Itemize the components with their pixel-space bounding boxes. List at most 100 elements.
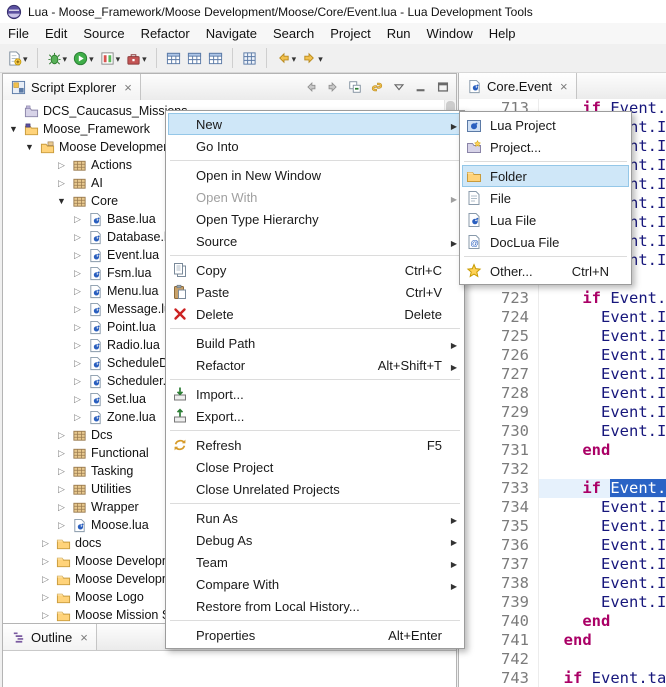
run-button[interactable] bbox=[70, 44, 97, 72]
expand-arrow[interactable]: ▷ bbox=[55, 466, 68, 477]
coverage-button[interactable] bbox=[97, 44, 124, 72]
expand-arrow[interactable]: ▷ bbox=[55, 160, 68, 171]
tab-outline[interactable]: Outline bbox=[3, 624, 97, 650]
view-menu-button[interactable] bbox=[392, 80, 406, 94]
code-text[interactable]: Event.IniCargo = CARGO:FindByName( Event… bbox=[539, 555, 666, 574]
expand-arrow[interactable]: ▷ bbox=[71, 214, 84, 225]
external-tools-button[interactable] bbox=[123, 44, 150, 72]
expand-arrow[interactable]: ▷ bbox=[55, 430, 68, 441]
code-text[interactable]: Event.IniCargoName = Event.IniCargo:GetN… bbox=[539, 574, 666, 593]
menu-item-export[interactable]: Export... bbox=[168, 405, 462, 427]
forward-nav-button[interactable] bbox=[326, 80, 340, 94]
expand-arrow[interactable]: ▼ bbox=[23, 142, 36, 152]
menu-item-properties[interactable]: PropertiesAlt+Enter bbox=[168, 624, 462, 646]
menubar-item-edit[interactable]: Edit bbox=[37, 23, 75, 44]
code-text[interactable]: Event.IniGroup = GROUP:FindByName( Event… bbox=[539, 422, 666, 441]
code-text[interactable]: Event.IniDCSGroup = Event.IniDCSUnit:get… bbox=[539, 384, 666, 403]
menubar-item-project[interactable]: Project bbox=[322, 23, 378, 44]
menu-item-source[interactable]: Source bbox=[168, 230, 462, 252]
expand-arrow[interactable]: ▷ bbox=[71, 412, 84, 423]
table-view-button-2[interactable] bbox=[184, 44, 205, 72]
expand-arrow[interactable]: ▷ bbox=[39, 538, 52, 549]
back-nav-button[interactable] bbox=[304, 80, 318, 94]
code-text[interactable]: if Event.IniObjectCategory == Object.Cat… bbox=[539, 479, 666, 498]
expand-arrow[interactable]: ▷ bbox=[71, 250, 84, 261]
menubar-item-search[interactable]: Search bbox=[265, 23, 322, 44]
menu-item-refactor[interactable]: RefactorAlt+Shift+T bbox=[168, 354, 462, 376]
new-button[interactable] bbox=[4, 44, 31, 72]
table-view-button-1[interactable] bbox=[163, 44, 184, 72]
menubar-item-window[interactable]: Window bbox=[419, 23, 481, 44]
grid-view-button[interactable] bbox=[239, 44, 260, 72]
expand-arrow[interactable]: ▷ bbox=[71, 376, 84, 387]
code-text[interactable]: end bbox=[539, 631, 666, 650]
code-text[interactable]: end bbox=[539, 612, 666, 631]
menu-item-restore-from-local-history[interactable]: Restore from Local History... bbox=[168, 595, 462, 617]
code-text[interactable]: if Event.IniObjectCategory == Object.Cat… bbox=[539, 289, 666, 308]
code-text[interactable] bbox=[539, 460, 666, 479]
menu-item-copy[interactable]: CopyCtrl+C bbox=[168, 259, 462, 281]
expand-arrow[interactable]: ▷ bbox=[71, 340, 84, 351]
close-icon[interactable] bbox=[560, 80, 568, 93]
link-editor-button[interactable] bbox=[370, 80, 384, 94]
menu-item-doclua-file[interactable]: @DocLua File bbox=[462, 231, 629, 253]
expand-arrow[interactable]: ▷ bbox=[55, 484, 68, 495]
back-history-button[interactable] bbox=[273, 44, 300, 72]
menu-item-new[interactable]: New bbox=[168, 113, 462, 135]
expand-arrow[interactable]: ▼ bbox=[55, 196, 68, 206]
expand-arrow[interactable]: ▷ bbox=[55, 178, 68, 189]
code-text[interactable]: Event.IniUnit = UNIT:FindByName( Event.I… bbox=[539, 365, 666, 384]
expand-arrow[interactable]: ▷ bbox=[39, 574, 52, 585]
expand-arrow[interactable]: ▷ bbox=[71, 304, 84, 315]
code-text[interactable]: Event.IniDCSUnitName = Event.IniDCSUnit:… bbox=[539, 327, 666, 346]
code-text[interactable]: Event.IniGroup = GROUP:FindByName( Event… bbox=[539, 593, 666, 612]
expand-arrow[interactable]: ▷ bbox=[55, 502, 68, 513]
menubar-item-source[interactable]: Source bbox=[75, 23, 132, 44]
menu-item-open-in-new-window[interactable]: Open in New Window bbox=[168, 164, 462, 186]
debug-button[interactable] bbox=[44, 44, 71, 72]
code-text[interactable]: Event.IniUnitName = Event.IniDCSUnitName bbox=[539, 346, 666, 365]
menu-item-paste[interactable]: PasteCtrl+V bbox=[168, 281, 462, 303]
expand-arrow[interactable]: ▷ bbox=[71, 232, 84, 243]
menu-item-run-as[interactable]: Run As bbox=[168, 507, 462, 529]
expand-arrow[interactable]: ▷ bbox=[71, 286, 84, 297]
menu-item-delete[interactable]: DeleteDelete bbox=[168, 303, 462, 325]
collapse-all-button[interactable] bbox=[348, 80, 362, 94]
menubar-item-file[interactable]: File bbox=[0, 23, 37, 44]
close-icon[interactable] bbox=[80, 631, 88, 644]
code-text[interactable]: end bbox=[539, 441, 666, 460]
code-text[interactable]: Event.IniDCSUnit = Event.initiator bbox=[539, 308, 666, 327]
maximize-button[interactable] bbox=[436, 80, 450, 94]
menu-item-compare-with[interactable]: Compare With bbox=[168, 573, 462, 595]
menubar-item-navigate[interactable]: Navigate bbox=[198, 23, 265, 44]
expand-arrow[interactable]: ▷ bbox=[39, 610, 52, 621]
code-text[interactable]: Event.IniDCSGroupName = Event.IniDCSGrou… bbox=[539, 403, 666, 422]
menu-item-lua-file[interactable]: Lua File bbox=[462, 209, 629, 231]
menu-item-build-path[interactable]: Build Path bbox=[168, 332, 462, 354]
menu-item-open-type-hierarchy[interactable]: Open Type Hierarchy bbox=[168, 208, 462, 230]
expand-arrow[interactable]: ▷ bbox=[55, 520, 68, 531]
code-text[interactable]: Event.IniDCSUnit = Event.initiator bbox=[539, 498, 666, 517]
expand-arrow[interactable]: ▷ bbox=[71, 394, 84, 405]
menu-item-close-project[interactable]: Close Project bbox=[168, 456, 462, 478]
expand-arrow[interactable]: ▷ bbox=[39, 592, 52, 603]
expand-arrow[interactable]: ▷ bbox=[71, 358, 84, 369]
tab-script-explorer[interactable]: Script Explorer bbox=[3, 74, 141, 100]
expand-arrow[interactable]: ▷ bbox=[55, 448, 68, 459]
menu-item-team[interactable]: Team bbox=[168, 551, 462, 573]
code-text[interactable]: Event.IniUnitName = Event.IniDCSUnitName bbox=[539, 536, 666, 555]
expand-arrow[interactable]: ▷ bbox=[39, 556, 52, 567]
menu-item-import[interactable]: Import... bbox=[168, 383, 462, 405]
menu-item-project[interactable]: Project... bbox=[462, 136, 629, 158]
forward-history-button[interactable] bbox=[299, 44, 326, 72]
menu-item-file[interactable]: File bbox=[462, 187, 629, 209]
menu-item-other[interactable]: Other...Ctrl+N bbox=[462, 260, 629, 282]
menu-item-go-into[interactable]: Go Into bbox=[168, 135, 462, 157]
menubar-item-refactor[interactable]: Refactor bbox=[133, 23, 198, 44]
code-text[interactable]: if Event.target then bbox=[539, 669, 666, 687]
code-text[interactable] bbox=[539, 650, 666, 669]
tab-core-event[interactable]: Core.Event bbox=[459, 73, 577, 99]
code-text[interactable]: Event.IniDCSUnitName = Event.IniDCSUnit:… bbox=[539, 517, 666, 536]
table-view-button-3[interactable] bbox=[205, 44, 226, 72]
menu-item-close-unrelated-projects[interactable]: Close Unrelated Projects bbox=[168, 478, 462, 500]
